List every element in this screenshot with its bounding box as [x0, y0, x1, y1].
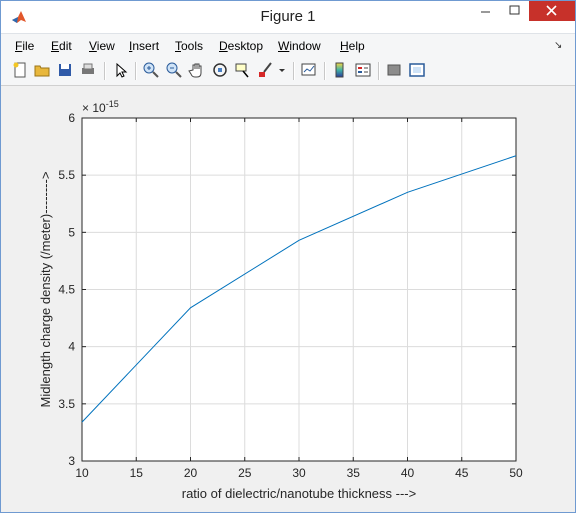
dock-arrow-icon[interactable]: ↘: [554, 40, 562, 51]
y-exponent-label: × 10-15: [82, 99, 119, 115]
x-tick-label: 45: [455, 466, 469, 480]
y-tick-label: 4: [68, 340, 75, 354]
y-tick-label: 5: [68, 225, 75, 239]
brush-icon[interactable]: [257, 61, 275, 79]
y-tick-label: 5.5: [58, 168, 75, 182]
minimize-button[interactable]: [471, 1, 500, 21]
x-tick-label: 35: [347, 466, 361, 480]
colorbar-icon[interactable]: [331, 61, 349, 79]
figure-window: Figure 1 File Edit View Insert Tools Des…: [0, 0, 576, 513]
title-bar[interactable]: Figure 1: [1, 1, 575, 33]
menu-insert[interactable]: Insert: [129, 39, 159, 53]
x-tick-label: 40: [401, 466, 415, 480]
hide-plot-tools-icon[interactable]: [385, 61, 403, 79]
menu-window[interactable]: Window: [278, 39, 321, 53]
data-cursor-icon[interactable]: [234, 61, 252, 79]
menu-tools[interactable]: Tools: [175, 39, 203, 53]
figure-canvas[interactable]: 10 15 20 25 30 35 40 45 50 3 3.5 4 4.5 5 5.5 6 × 10-15 ra…: [1, 86, 575, 512]
menu-file[interactable]: File: [15, 39, 34, 53]
x-tick-label: 10: [75, 466, 89, 480]
menu-edit[interactable]: Edit: [51, 39, 72, 53]
x-tick-label: 20: [184, 466, 198, 480]
line-chart: 10 15 20 25 30 35 40 45 50 3 3.5 4 4.5 5 5.5 6 × 10-15 ra…: [38, 99, 523, 501]
menu-desktop[interactable]: Desktop: [219, 39, 263, 53]
open-file-icon[interactable]: [33, 61, 51, 79]
close-icon: [546, 5, 557, 16]
y-tick-label: 4.5: [58, 283, 75, 297]
brush-dropdown-icon[interactable]: [277, 61, 287, 79]
show-plot-tools-icon[interactable]: [408, 61, 426, 79]
x-tick-label: 50: [509, 466, 523, 480]
x-axis-label: ratio of dielectric/nanotube thickness -…: [182, 486, 416, 501]
zoom-in-icon[interactable]: [142, 61, 160, 79]
edit-plot-arrow-icon[interactable]: [111, 61, 129, 79]
x-tick-label: 25: [238, 466, 252, 480]
y-exponent-power: -15: [106, 99, 119, 109]
legend-icon[interactable]: [354, 61, 372, 79]
link-plot-icon[interactable]: [300, 61, 318, 79]
menu-bar: File Edit View Insert Tools Desktop Wind…: [1, 33, 575, 58]
save-icon[interactable]: [56, 61, 74, 79]
menu-view[interactable]: View: [89, 39, 115, 53]
y-tick-label: 6: [68, 111, 75, 125]
rotate-3d-icon[interactable]: [211, 61, 229, 79]
zoom-out-icon[interactable]: [165, 61, 183, 79]
y-tick-label: 3.5: [58, 397, 75, 411]
y-axis-label: Midlength charge density (/meter)-------…: [38, 172, 53, 408]
maximize-button[interactable]: [500, 1, 529, 21]
y-tick-label: 3: [68, 454, 75, 468]
x-tick-label: 30: [292, 466, 306, 480]
pan-hand-icon[interactable]: [188, 61, 206, 79]
x-tick-label: 15: [130, 466, 144, 480]
menu-help[interactable]: Help: [340, 39, 365, 53]
print-icon[interactable]: [79, 61, 97, 79]
figure-toolbar: [1, 57, 575, 86]
new-figure-icon[interactable]: [11, 61, 29, 79]
close-button[interactable]: [529, 1, 575, 21]
